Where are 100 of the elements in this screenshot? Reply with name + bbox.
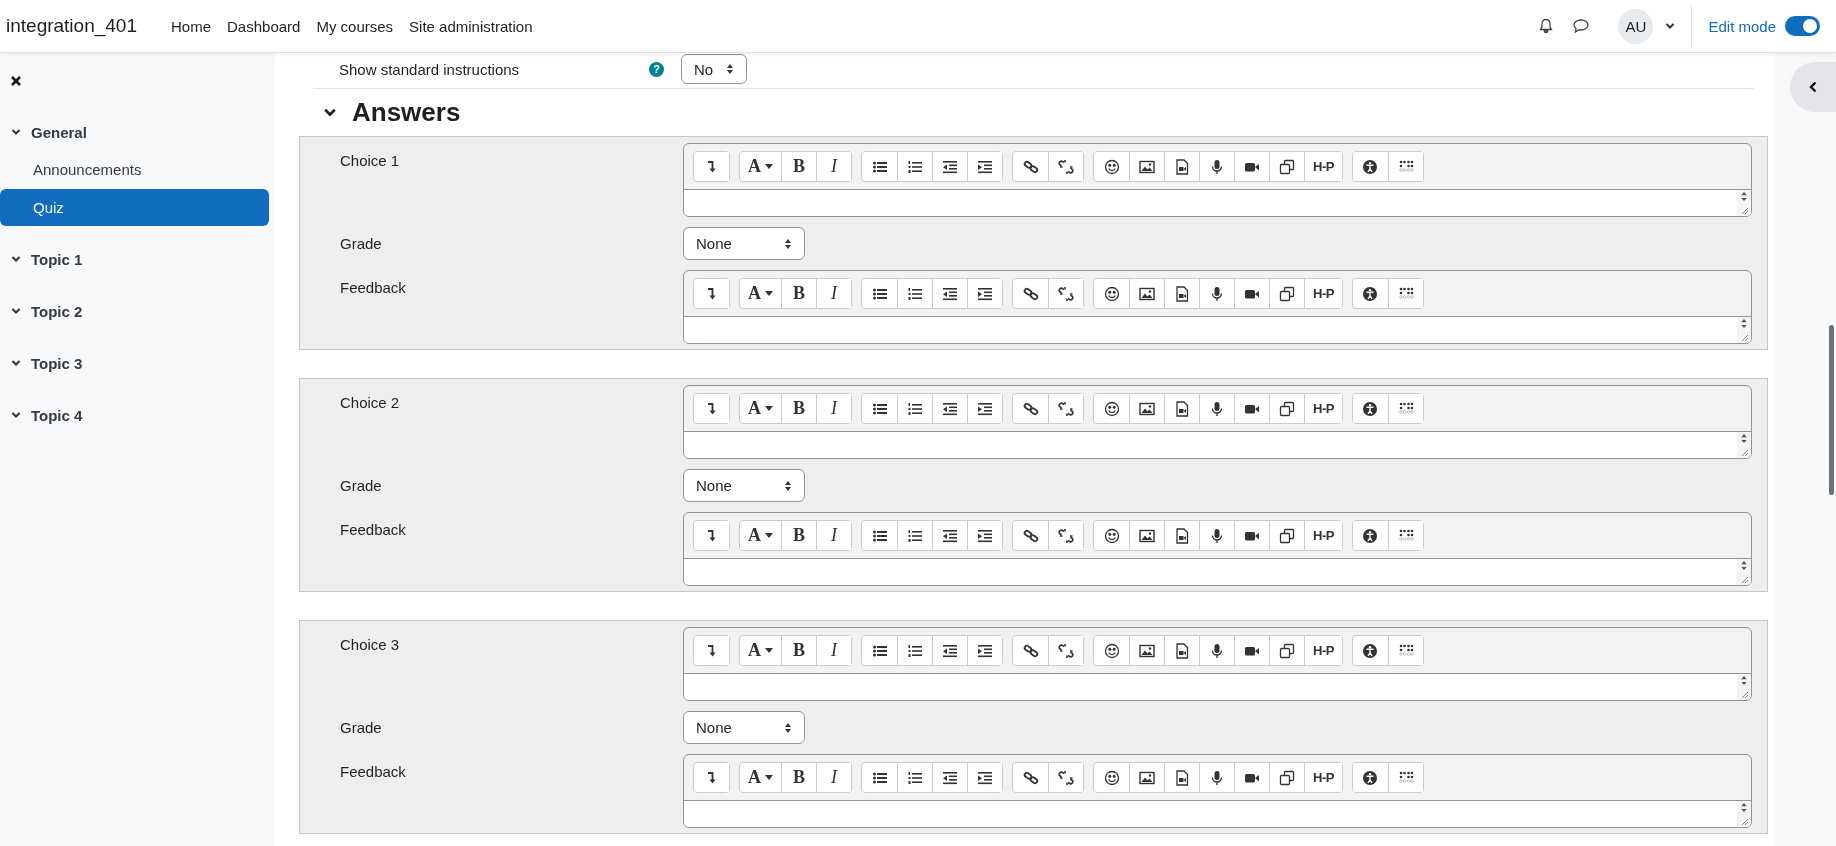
smiley-icon <box>1103 527 1120 544</box>
nav-link[interactable]: Home <box>171 17 211 35</box>
text-area[interactable] <box>684 316 1751 343</box>
resize-handle-icon[interactable] <box>1739 205 1749 215</box>
text-area[interactable] <box>684 673 1751 700</box>
drawer-toggle-button[interactable] <box>1790 62 1836 112</box>
content-button[interactable]: H-P <box>1304 394 1342 423</box>
braille-button[interactable] <box>1387 763 1423 792</box>
resize-handle-icon[interactable] <box>1739 332 1749 342</box>
activity-link[interactable]: Announcements <box>0 151 269 188</box>
accessibility-icon <box>1362 400 1379 417</box>
section-heading: Answers <box>352 96 461 128</box>
media-file-icon <box>1174 527 1190 544</box>
image-icon <box>1139 400 1155 417</box>
toolbar-toggle-button[interactable] <box>694 394 729 423</box>
scrollbar-thumb[interactable] <box>1829 325 1834 495</box>
braille-button[interactable] <box>1387 394 1423 423</box>
microphone-icon <box>1209 400 1225 417</box>
section-link[interactable]: Topic 4 <box>0 396 269 434</box>
broken-link-icon <box>1058 285 1074 302</box>
indent-button[interactable] <box>967 636 1002 665</box>
toolbar-toggle-button[interactable] <box>694 763 729 792</box>
field-label: Grade <box>340 476 383 494</box>
user-avatar[interactable]: AU <box>1618 8 1654 44</box>
close-icon[interactable] <box>10 75 22 87</box>
caret-icon <box>765 533 773 538</box>
numbered-list-icon <box>907 769 923 786</box>
italic-button[interactable]: I <box>816 394 851 423</box>
grade-select[interactable]: None <box>683 711 805 744</box>
nav-link[interactable]: Site administration <box>409 17 533 35</box>
broken-link-icon <box>1058 527 1074 544</box>
text-area[interactable] <box>684 431 1751 458</box>
unlink-button[interactable] <box>1048 636 1083 665</box>
edit-mode-switch[interactable] <box>1785 16 1820 36</box>
chevron-down-icon[interactable] <box>1665 22 1676 30</box>
braille-button[interactable] <box>1387 521 1423 550</box>
activity-link[interactable]: Quiz <box>0 189 269 226</box>
resize-handle-icon[interactable] <box>1739 689 1749 699</box>
resize-handle-icon[interactable] <box>1739 816 1749 826</box>
help-icon[interactable]: ? <box>649 61 664 77</box>
section-link[interactable]: Topic 2 <box>0 292 269 330</box>
content-button[interactable]: H-P <box>1304 152 1342 181</box>
indent-button[interactable] <box>967 152 1002 181</box>
content-button[interactable]: H-P <box>1304 279 1342 308</box>
numbered-list-icon <box>907 527 923 544</box>
numbered-list-icon <box>907 400 923 417</box>
microphone-icon <box>1209 285 1225 302</box>
nav-link[interactable]: My courses <box>316 17 394 35</box>
outdent-icon <box>942 400 958 417</box>
toolbar-toggle-button[interactable] <box>694 152 729 181</box>
numbered-list-icon <box>907 642 923 659</box>
numbered-list-icon <box>907 285 923 302</box>
indent-button[interactable] <box>967 279 1002 308</box>
broken-link-icon <box>1058 158 1074 175</box>
resize-handle-icon[interactable] <box>1739 574 1749 584</box>
copy-icon <box>1279 527 1295 544</box>
grade-select[interactable]: None <box>683 469 805 502</box>
braille-button[interactable] <box>1387 279 1423 308</box>
grade-select[interactable]: None <box>683 227 805 260</box>
nav-link[interactable]: Dashboard <box>227 17 301 35</box>
text-area[interactable] <box>684 189 1751 216</box>
indent-button[interactable] <box>967 763 1002 792</box>
up-down-arrows-icon <box>784 479 792 492</box>
field-label: Feedback <box>340 520 407 538</box>
content-button[interactable]: H-P <box>1304 521 1342 550</box>
unlink-button[interactable] <box>1048 279 1083 308</box>
text-area[interactable] <box>684 558 1751 585</box>
indent-button[interactable] <box>967 521 1002 550</box>
italic-button[interactable]: I <box>816 636 851 665</box>
content-button[interactable]: H-P <box>1304 763 1342 792</box>
braille-button[interactable] <box>1387 152 1423 181</box>
unlink-button[interactable] <box>1048 394 1083 423</box>
chat-bubble-icon[interactable] <box>1572 18 1591 34</box>
unlink-button[interactable] <box>1048 521 1083 550</box>
indent-button[interactable] <box>967 394 1002 423</box>
indent-icon <box>977 285 993 302</box>
italic-button[interactable]: I <box>816 763 851 792</box>
accessibility-icon <box>1362 527 1379 544</box>
instructions-select[interactable]: No <box>681 54 747 84</box>
text-area[interactable] <box>684 800 1751 827</box>
unlink-button[interactable] <box>1048 152 1083 181</box>
section-link[interactable]: Topic 3 <box>0 344 269 382</box>
braille-button[interactable] <box>1387 636 1423 665</box>
italic-button[interactable]: I <box>816 152 851 181</box>
toolbar-toggle-button[interactable] <box>694 636 729 665</box>
site-name[interactable]: integration_401 <box>6 15 137 37</box>
content-button[interactable]: H-P <box>1304 636 1342 665</box>
italic-button[interactable]: I <box>816 521 851 550</box>
chevron-icon[interactable] <box>323 106 337 118</box>
accessibility-icon <box>1362 285 1379 302</box>
toolbar-toggle-button[interactable] <box>694 521 729 550</box>
section-link[interactable]: General <box>0 113 269 151</box>
italic-button[interactable]: I <box>816 279 851 308</box>
bell-icon[interactable] <box>1538 18 1555 34</box>
field-label: Feedback <box>340 762 407 780</box>
unlink-button[interactable] <box>1048 763 1083 792</box>
indent-icon <box>977 642 993 659</box>
section-link[interactable]: Topic 1 <box>0 240 269 278</box>
toolbar-toggle-button[interactable] <box>694 279 729 308</box>
resize-handle-icon[interactable] <box>1739 447 1749 457</box>
